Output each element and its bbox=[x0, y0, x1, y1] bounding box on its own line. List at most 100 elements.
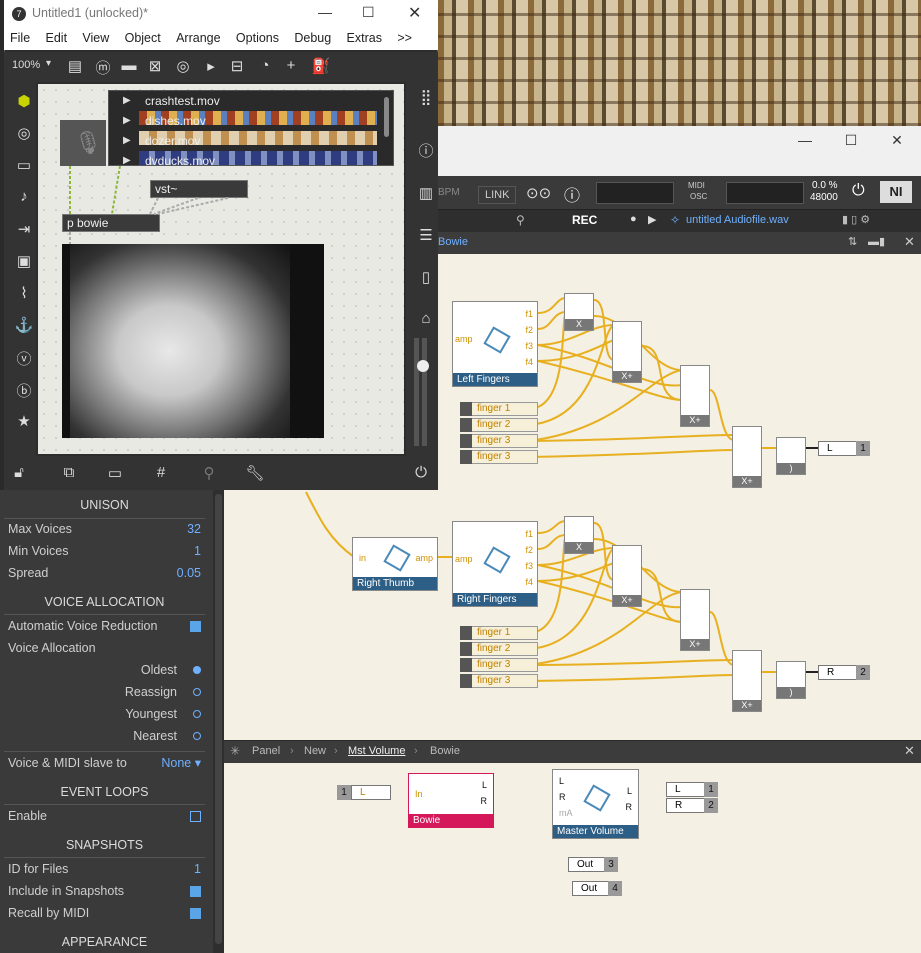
add-module[interactable]: X+ bbox=[612, 321, 642, 383]
breadcrumb-item[interactable]: New bbox=[304, 745, 326, 757]
input-l[interactable]: L bbox=[351, 785, 391, 800]
right-fingers-module[interactable]: amp f1 f2 f3 f4 Right Fingers bbox=[452, 521, 538, 607]
reference-icon[interactable]: ▯ bbox=[416, 268, 436, 286]
menu-debug[interactable]: Debug bbox=[288, 28, 337, 48]
include-snapshots-checkbox[interactable] bbox=[190, 886, 201, 897]
menu-edit[interactable]: Edit bbox=[40, 28, 74, 48]
reassign-option[interactable]: Reassign bbox=[8, 683, 203, 701]
menu-file[interactable]: File bbox=[4, 28, 36, 48]
chevron-down-icon[interactable]: ▾ bbox=[46, 58, 51, 69]
finger-knob[interactable]: finger 3 bbox=[460, 450, 538, 464]
film-icon[interactable]: ▭ bbox=[14, 156, 34, 174]
power-icon[interactable]: ⏻ bbox=[410, 464, 432, 481]
finger-knob[interactable]: finger 3 bbox=[460, 674, 538, 688]
output-l[interactable]: L bbox=[666, 782, 706, 797]
image-icon[interactable]: ▣ bbox=[14, 252, 34, 270]
reassign-radio[interactable] bbox=[193, 688, 201, 696]
max-voices-row[interactable]: Max Voices 32 bbox=[8, 520, 203, 538]
v-icon[interactable]: ⓥ bbox=[14, 348, 34, 369]
number-box-icon[interactable]: ▸ bbox=[200, 57, 222, 75]
oldest-radio[interactable] bbox=[193, 666, 201, 674]
grid-icon[interactable]: # bbox=[150, 464, 172, 481]
finger-knob[interactable]: finger 2 bbox=[460, 418, 538, 432]
breadcrumb-item[interactable]: Panel bbox=[252, 745, 280, 757]
close-panel-icon[interactable]: ✕ bbox=[904, 743, 915, 759]
output-3[interactable]: Out bbox=[568, 857, 608, 872]
wrench-icon[interactable]: 🔧︎ bbox=[244, 464, 266, 482]
left-fingers-module[interactable]: amp f1 f2 f3 f4 Left Fingers bbox=[452, 301, 538, 387]
slider-icon[interactable]: ⊟ bbox=[226, 57, 248, 75]
button-object-icon[interactable]: ◎ bbox=[172, 57, 194, 75]
paperclip-icon[interactable]: ⌇ bbox=[14, 284, 34, 302]
finger-knob[interactable]: finger 3 bbox=[460, 434, 538, 448]
menu-arrange[interactable]: Arrange bbox=[170, 28, 226, 48]
add-module[interactable]: X+ bbox=[732, 650, 762, 712]
b-icon[interactable]: ⓑ bbox=[14, 380, 34, 401]
bowie-macro[interactable]: In L R Bowie bbox=[408, 773, 494, 828]
list-icon[interactable]: ☰ bbox=[416, 226, 436, 244]
add-module[interactable]: X+ bbox=[732, 426, 762, 488]
max-patcher-canvas[interactable]: 🎙︎ ▶ crashtest.mov ▶ dishes.mov ▶ dozer.… bbox=[38, 84, 404, 454]
dial-icon[interactable]: ◔ bbox=[254, 57, 276, 74]
enable-row[interactable]: Enable bbox=[8, 807, 203, 825]
menu-view[interactable]: View bbox=[76, 28, 115, 48]
row-value[interactable]: 1 bbox=[194, 860, 201, 878]
finger-knob[interactable]: finger 1 bbox=[460, 402, 538, 416]
recall-midi-checkbox[interactable] bbox=[190, 908, 201, 919]
book-icon[interactable]: ▥ bbox=[416, 184, 436, 202]
enable-checkbox[interactable] bbox=[190, 811, 201, 822]
lock-icon[interactable]: 🔓︎ bbox=[8, 464, 30, 481]
recall-midi-row[interactable]: Recall by MIDI bbox=[8, 904, 203, 922]
right-thumb-module[interactable]: in amp Right Thumb bbox=[352, 537, 438, 591]
add-module[interactable]: X+ bbox=[680, 589, 710, 651]
min-voices-row[interactable]: Min Voices 1 bbox=[8, 542, 203, 560]
zoom-dropdown[interactable]: 100% bbox=[12, 59, 40, 71]
row-value[interactable]: 1 bbox=[194, 542, 201, 560]
nearest-option[interactable]: Nearest bbox=[8, 727, 203, 745]
presentation-icon[interactable]: ⧉ bbox=[58, 464, 80, 481]
cube-icon[interactable]: ⬢ bbox=[14, 92, 34, 110]
id-files-row[interactable]: ID for Files 1 bbox=[8, 860, 203, 878]
auto-reduction-row[interactable]: Automatic Voice Reduction bbox=[8, 617, 203, 635]
step-icon[interactable]: ⇥ bbox=[14, 220, 34, 238]
grid-dots-icon[interactable]: ⣿ bbox=[416, 88, 436, 106]
message-box-icon[interactable]: ⓜ bbox=[92, 57, 114, 78]
output-r[interactable]: R bbox=[666, 798, 706, 813]
row-value[interactable]: 0.05 bbox=[177, 564, 201, 582]
object-box-icon[interactable]: ▤ bbox=[64, 57, 86, 75]
multiply-module[interactable]: X bbox=[564, 293, 594, 331]
output-4[interactable]: Out bbox=[572, 881, 612, 896]
breadcrumb-item[interactable]: Bowie bbox=[430, 745, 460, 757]
music-note-icon[interactable]: ♪ bbox=[14, 188, 34, 205]
close-icon[interactable]: ✕ bbox=[408, 3, 421, 23]
auto-reduction-checkbox[interactable] bbox=[190, 621, 201, 632]
maximize-icon[interactable]: ☐ bbox=[362, 4, 375, 21]
nearest-radio[interactable] bbox=[193, 732, 201, 740]
youngest-radio[interactable] bbox=[193, 710, 201, 718]
minimize-icon[interactable]: — bbox=[318, 4, 332, 20]
target-icon[interactable]: ◎ bbox=[14, 124, 34, 142]
paint-bucket-icon[interactable]: ⛽ bbox=[310, 57, 332, 75]
slave-row[interactable]: Voice & MIDI slave to None ▾ bbox=[8, 754, 203, 772]
youngest-option[interactable]: Youngest bbox=[8, 705, 203, 723]
row-value[interactable]: 32 bbox=[187, 520, 201, 538]
spread-row[interactable]: Spread 0.05 bbox=[8, 564, 203, 582]
include-snapshots-row[interactable]: Include in Snapshots bbox=[8, 882, 203, 900]
star-icon[interactable]: ★ bbox=[14, 412, 34, 430]
add-module[interactable]: X+ bbox=[612, 545, 642, 607]
smooth-module[interactable]: ) bbox=[776, 661, 806, 699]
menu-extras[interactable]: Extras bbox=[341, 28, 388, 48]
display-icon[interactable]: ▭ bbox=[104, 464, 126, 482]
properties-scrollbar[interactable] bbox=[213, 490, 224, 953]
finger-knob[interactable]: finger 1 bbox=[460, 626, 538, 640]
info-icon[interactable]: ⓘ bbox=[416, 140, 436, 161]
menu-object[interactable]: Object bbox=[119, 28, 167, 48]
menu-more[interactable]: >> bbox=[391, 28, 418, 48]
camera-icon[interactable]: ⌂ bbox=[416, 310, 436, 327]
multiply-module[interactable]: X bbox=[564, 516, 594, 554]
toggle-icon[interactable]: ⊠ bbox=[144, 57, 166, 75]
slave-dropdown[interactable]: None ▾ bbox=[161, 754, 201, 772]
add-icon[interactable]: + bbox=[280, 57, 302, 74]
plug-icon[interactable]: ⚓ bbox=[14, 316, 34, 334]
finger-knob[interactable]: finger 2 bbox=[460, 642, 538, 656]
